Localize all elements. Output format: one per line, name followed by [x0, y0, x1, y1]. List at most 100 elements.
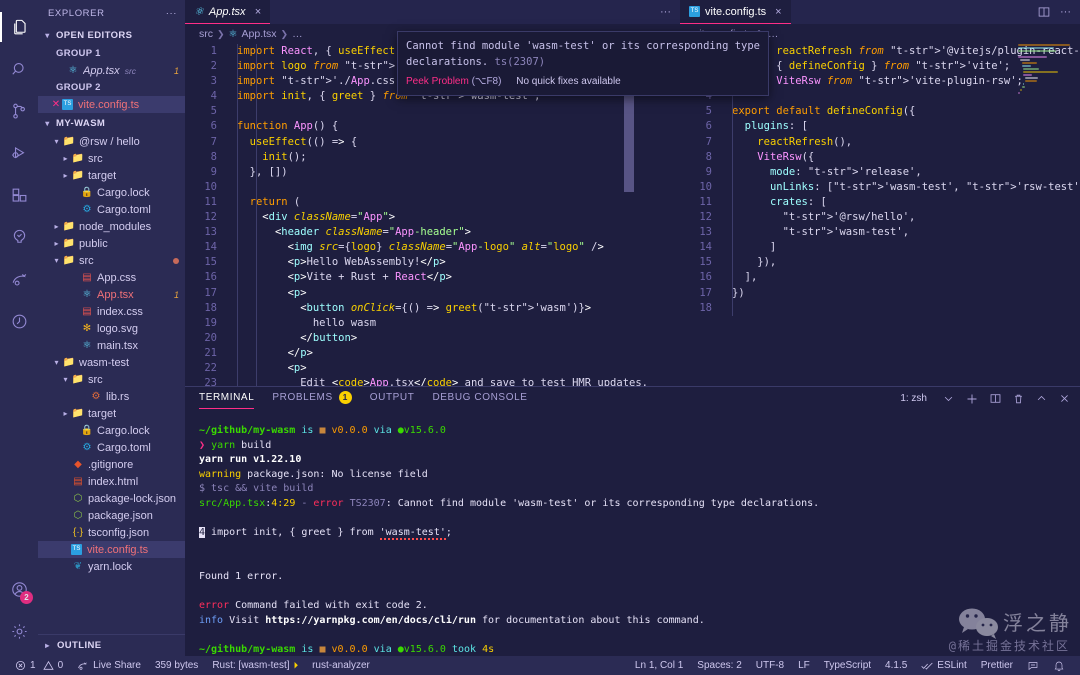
- folder-node-icon: 📁: [62, 221, 76, 232]
- gear-icon[interactable]: [0, 610, 38, 652]
- section-open-editors[interactable]: ▾ OPEN EDITORS: [38, 26, 185, 45]
- source-control-icon[interactable]: [0, 90, 38, 132]
- eslint-status[interactable]: ESLint: [914, 656, 973, 675]
- split-terminal-icon[interactable]: [990, 393, 1001, 404]
- terminal-dropdown-chevron-icon[interactable]: [943, 393, 954, 404]
- tree-item-index-css[interactable]: ▤ index.css: [38, 303, 185, 320]
- prettier-status[interactable]: Prettier: [974, 656, 1020, 675]
- close-icon[interactable]: ✕: [50, 99, 62, 110]
- remote-explorer-icon[interactable]: [0, 300, 38, 342]
- panel-tab-debug-console[interactable]: DEBUG CONSOLE: [432, 392, 527, 405]
- tree-item-index-html[interactable]: ▤ index.html: [38, 473, 185, 490]
- file-size-status[interactable]: 359 bytes: [148, 656, 205, 675]
- eol-label: LF: [798, 660, 810, 671]
- close-panel-icon[interactable]: [1059, 393, 1070, 404]
- terminal-selector[interactable]: 1: zsh: [900, 393, 927, 404]
- file-size-label: 359 bytes: [154, 660, 199, 671]
- terminal-output[interactable]: ~/github/my-wasm is ■ v0.0.0 via ●v15.6.…: [185, 410, 1080, 654]
- tree-item-lib-rs[interactable]: ⚙ lib.rs: [38, 388, 185, 405]
- tree-item-logo-svg[interactable]: ✻ logo.svg: [38, 320, 185, 337]
- tree-item-src[interactable]: ▾ 📁 src: [38, 371, 185, 388]
- live-share-status[interactable]: Live Share: [70, 656, 148, 675]
- breadcrumb-item-symbol[interactable]: …: [292, 28, 303, 40]
- account-icon[interactable]: 2: [0, 568, 38, 610]
- tree-item-node-modules[interactable]: ▸ 📁 node_modules: [38, 218, 185, 235]
- version-status[interactable]: 4.1.5: [878, 656, 914, 675]
- panel-tab-problems[interactable]: PROBLEMS 1: [272, 391, 352, 406]
- indentation-status[interactable]: Spaces: 2: [690, 656, 748, 675]
- hover-message-text: Cannot find module 'wasm-test' or its co…: [406, 40, 761, 68]
- encoding-label: UTF-8: [755, 660, 785, 671]
- close-icon[interactable]: ×: [775, 6, 781, 18]
- line-number-gutter: 1 2 3 4 5 6 7 8 9 10 11 12 13 14 15 16 17 18 19 20 21 22 23: [185, 44, 225, 386]
- open-editor-item-app-tsx[interactable]: ⚛ App.tsx src 1: [38, 62, 185, 79]
- peek-problem-link[interactable]: Peek Problem: [406, 76, 469, 87]
- rust-target-status[interactable]: Rust: [wasm-test] ⏵: [205, 656, 305, 675]
- panel-tab-output[interactable]: OUTPUT: [370, 392, 415, 405]
- language-mode-status[interactable]: TypeScript: [817, 656, 878, 675]
- tab-app-tsx[interactable]: ⚛ App.tsx ×: [185, 0, 270, 24]
- kill-terminal-icon[interactable]: [1013, 393, 1024, 405]
- minimap-line: [1018, 92, 1020, 94]
- split-editor-icon[interactable]: [1038, 6, 1050, 18]
- tree-item-cargo-toml[interactable]: ⚙ Cargo.toml: [38, 439, 185, 456]
- modified-indicator: [173, 257, 179, 264]
- close-icon[interactable]: ×: [255, 6, 261, 18]
- breadcrumb-item-src[interactable]: src: [199, 28, 213, 40]
- editor-more-actions-icon[interactable]: ···: [660, 6, 671, 18]
- problems-status[interactable]: 1 0: [8, 656, 70, 675]
- run-and-debug-icon[interactable]: [0, 132, 38, 174]
- notifications-status[interactable]: [1046, 656, 1072, 675]
- extensions-icon[interactable]: [0, 174, 38, 216]
- code-line: useEffect(() => {: [249, 135, 358, 148]
- tree-item-app-tsx[interactable]: ⚛ App.tsx 1: [38, 286, 185, 303]
- section-project-root[interactable]: ▾ MY-WASM: [38, 114, 185, 133]
- rust-analyzer-status[interactable]: rust-analyzer: [305, 656, 377, 675]
- tree-item-src[interactable]: ▾ 📁 src: [38, 252, 185, 269]
- new-terminal-icon[interactable]: [966, 393, 978, 405]
- encoding-status[interactable]: UTF-8: [749, 656, 791, 675]
- live-share-icon[interactable]: [0, 258, 38, 300]
- maximize-panel-icon[interactable]: [1036, 393, 1047, 404]
- tree-item-package-json[interactable]: ⬡ package.json: [38, 507, 185, 524]
- open-editor-item-vite-config[interactable]: ✕ TS vite.config.ts: [38, 96, 185, 113]
- tree-item-target[interactable]: ▸ 📁 target: [38, 167, 185, 184]
- cursor-position-status[interactable]: Ln 1, Col 1: [628, 656, 690, 675]
- tree-item-yarn-lock[interactable]: ❦ yarn.lock: [38, 558, 185, 575]
- tree-item-cargo-toml[interactable]: ⚙ Cargo.toml: [38, 201, 185, 218]
- minimap[interactable]: [1018, 44, 1072, 386]
- tree-item-public[interactable]: ▸ 📁 public: [38, 235, 185, 252]
- section-outline[interactable]: ▸ OUTLINE: [38, 634, 185, 656]
- explorer-icon[interactable]: [0, 6, 38, 48]
- editor-more-actions-icon[interactable]: ···: [1060, 6, 1071, 18]
- code-line: <div className="App">: [262, 211, 396, 224]
- tree-item--rsw-hello[interactable]: ▾ 📁 @rsw / hello: [38, 133, 185, 150]
- sidebar-more-actions-icon[interactable]: ···: [166, 8, 177, 19]
- tree-item-wasm-test[interactable]: ▾ 📁 wasm-test: [38, 354, 185, 371]
- eol-status[interactable]: LF: [791, 656, 817, 675]
- tree-item--gitignore[interactable]: ◆ .gitignore: [38, 456, 185, 473]
- tree-item-tsconfig-json[interactable]: {·} tsconfig.json: [38, 524, 185, 541]
- run-triangle-icon[interactable]: ⏵: [294, 660, 299, 671]
- tree-item-package-lock-json[interactable]: ⬡ package-lock.json: [38, 490, 185, 507]
- tree-item-cargo-lock[interactable]: 🔒 Cargo.lock: [38, 184, 185, 201]
- breadcrumb-item-symbol[interactable]: …: [768, 28, 779, 40]
- tree-item-app-css[interactable]: ▤ App.css: [38, 269, 185, 286]
- tree-item-vite-config-ts[interactable]: TS vite.config.ts: [38, 541, 185, 558]
- line-number: 15: [699, 256, 712, 269]
- tree-item-main-tsx[interactable]: ⚛ main.tsx: [38, 337, 185, 354]
- feedback-status[interactable]: [1020, 656, 1046, 675]
- testing-icon[interactable]: [0, 216, 38, 258]
- panel-tab-terminal[interactable]: TERMINAL: [199, 392, 255, 409]
- tree-item-target[interactable]: ▸ 📁 target: [38, 405, 185, 422]
- search-icon[interactable]: [0, 48, 38, 90]
- lock-icon: 🔒: [80, 425, 94, 436]
- tab-vite-config-ts[interactable]: TS vite.config.ts ×: [680, 0, 791, 24]
- tree-item-src[interactable]: ▸ 📁 src: [38, 150, 185, 167]
- folder-icon: 📁: [71, 408, 85, 419]
- breadcrumb-item-file[interactable]: App.tsx: [242, 28, 277, 40]
- tree-item-cargo-lock[interactable]: 🔒 Cargo.lock: [38, 422, 185, 439]
